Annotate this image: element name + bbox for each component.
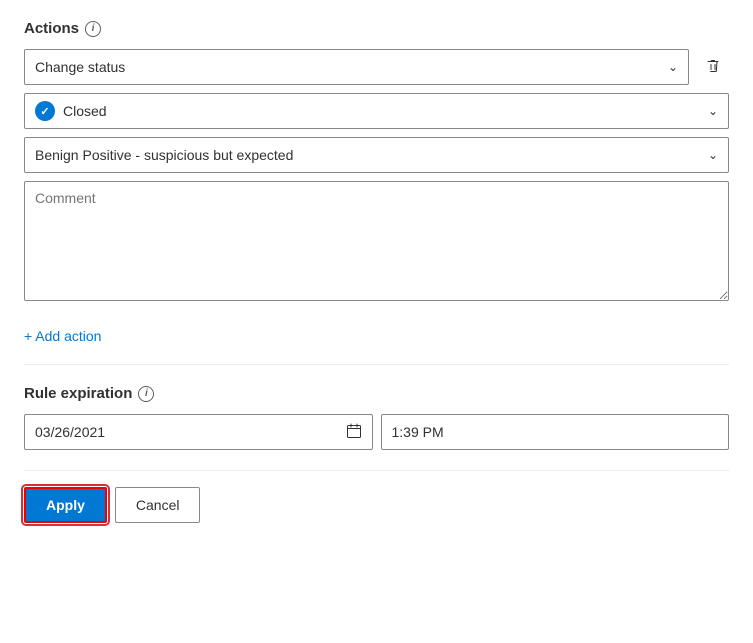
actions-title-text: Actions (24, 20, 79, 37)
apply-button[interactable]: Apply (24, 487, 107, 523)
comment-textarea[interactable] (24, 181, 729, 301)
classification-chevron-icon: ⌄ (708, 148, 718, 162)
trash-icon (705, 59, 721, 75)
delete-action-button[interactable] (697, 51, 729, 83)
add-action-button[interactable]: + Add action (24, 328, 101, 344)
actions-title: Actions i (24, 20, 729, 37)
rule-expiration-info-icon[interactable]: i (138, 386, 154, 402)
time-input[interactable] (392, 424, 719, 440)
actions-section: Actions i Change status ⌄ ✓ Closed ⌄ Ben… (24, 20, 729, 312)
closed-status-chevron-icon: ⌄ (708, 104, 718, 118)
calendar-icon[interactable] (346, 423, 362, 442)
classification-label: Benign Positive - suspicious but expecte… (35, 147, 293, 163)
closed-check-circle: ✓ (35, 101, 55, 121)
bottom-divider (24, 470, 729, 471)
apply-button-wrapper: Apply (24, 487, 107, 523)
date-time-row (24, 414, 729, 450)
time-input-wrapper (381, 414, 730, 450)
closed-status-label: Closed (63, 103, 107, 119)
change-status-dropdown[interactable]: Change status ⌄ (24, 49, 689, 85)
change-status-row: Change status ⌄ (24, 49, 729, 85)
change-status-chevron-icon: ⌄ (668, 60, 678, 74)
rule-expiration-title: Rule expiration i (24, 385, 729, 402)
change-status-label: Change status (35, 59, 125, 75)
cancel-button[interactable]: Cancel (115, 487, 201, 523)
rule-expiration-title-text: Rule expiration (24, 385, 132, 402)
check-icon: ✓ (40, 105, 49, 118)
date-input-wrapper (24, 414, 373, 450)
actions-bar: Apply Cancel (24, 487, 729, 523)
add-action-label: + Add action (24, 328, 101, 344)
actions-info-icon[interactable]: i (85, 21, 101, 37)
rule-expiration-section: Rule expiration i (24, 385, 729, 450)
classification-dropdown[interactable]: Benign Positive - suspicious but expecte… (24, 137, 729, 173)
section-divider (24, 364, 729, 365)
date-input[interactable] (35, 424, 346, 440)
closed-status-dropdown[interactable]: ✓ Closed ⌄ (24, 93, 729, 129)
